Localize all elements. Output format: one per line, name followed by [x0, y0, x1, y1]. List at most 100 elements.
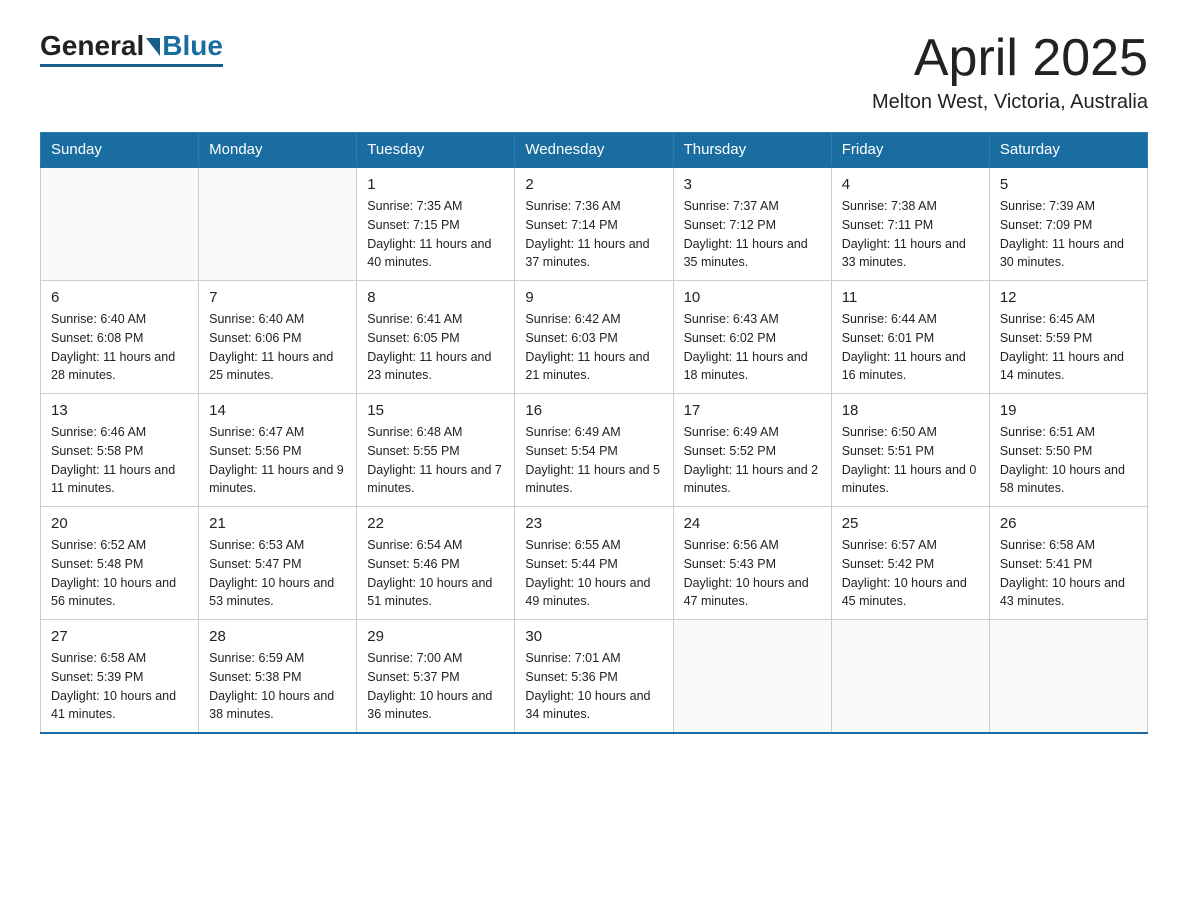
calendar-cell [41, 167, 199, 281]
calendar-cell: 8 Sunrise: 6:41 AM Sunset: 6:05 PM Daylig… [357, 281, 515, 394]
day-info: Sunrise: 6:41 AM Sunset: 6:05 PM Dayligh… [367, 310, 504, 385]
day-number: 30 [525, 628, 662, 645]
calendar-cell: 15 Sunrise: 6:48 AM Sunset: 5:55 PM Dayli… [357, 394, 515, 507]
location-text: Melton West, Victoria, Australia [872, 91, 1148, 114]
day-number: 4 [842, 176, 979, 193]
day-info: Sunrise: 7:36 AM Sunset: 7:14 PM Dayligh… [525, 197, 662, 272]
calendar-cell: 1 Sunrise: 7:35 AM Sunset: 7:15 PM Daylig… [357, 167, 515, 281]
day-number: 23 [525, 515, 662, 532]
day-number: 12 [1000, 289, 1137, 306]
logo-blue-text: Blue [162, 30, 223, 62]
calendar-day-header: Saturday [989, 133, 1147, 168]
calendar-cell: 7Sunrise: 6:40 AM Sunset: 6:06 PM Daylig… [199, 281, 357, 394]
logo-arrow-icon [146, 38, 160, 56]
calendar-cell: 24Sunrise: 6:56 AM Sunset: 5:43 PM Dayli… [673, 507, 831, 620]
day-number: 6 [51, 289, 188, 306]
day-number: 13 [51, 402, 188, 419]
calendar-cell: 12 Sunrise: 6:45 AM Sunset: 5:59 PM Dayli… [989, 281, 1147, 394]
calendar-cell: 10Sunrise: 6:43 AM Sunset: 6:02 PM Dayli… [673, 281, 831, 394]
calendar-cell [673, 620, 831, 734]
calendar-cell: 11 Sunrise: 6:44 AM Sunset: 6:01 PM Dayli… [831, 281, 989, 394]
day-info: Sunrise: 7:38 AM Sunset: 7:11 PM Dayligh… [842, 197, 979, 272]
day-info: Sunrise: 7:37 AM Sunset: 7:12 PM Dayligh… [684, 197, 821, 272]
day-info: Sunrise: 6:45 AM Sunset: 5:59 PM Dayligh… [1000, 310, 1137, 385]
calendar-cell: 13 Sunrise: 6:46 AM Sunset: 5:58 PM Dayli… [41, 394, 199, 507]
calendar-day-header: Wednesday [515, 133, 673, 168]
day-info: Sunrise: 6:58 AM Sunset: 5:41 PM Dayligh… [1000, 536, 1137, 611]
day-info: Sunrise: 6:59 AM Sunset: 5:38 PM Dayligh… [209, 649, 346, 724]
day-info: Sunrise: 6:44 AM Sunset: 6:01 PM Dayligh… [842, 310, 979, 385]
calendar-header-row: SundayMondayTuesdayWednesdayThursdayFrid… [41, 133, 1148, 168]
day-info: Sunrise: 6:46 AM Sunset: 5:58 PM Dayligh… [51, 423, 188, 498]
day-info: Sunrise: 6:53 AM Sunset: 5:47 PM Dayligh… [209, 536, 346, 611]
day-info: Sunrise: 6:49 AM Sunset: 5:54 PM Dayligh… [525, 423, 662, 498]
page-header: General Blue April 2025 Melton West, Vic… [40, 30, 1148, 114]
calendar-cell: 27 Sunrise: 6:58 AM Sunset: 5:39 PM Dayli… [41, 620, 199, 734]
calendar-week-row: 20Sunrise: 6:52 AM Sunset: 5:48 PM Dayli… [41, 507, 1148, 620]
day-number: 7 [209, 289, 346, 306]
day-info: Sunrise: 7:01 AM Sunset: 5:36 PM Dayligh… [525, 649, 662, 724]
day-number: 22 [367, 515, 504, 532]
calendar-cell: 14 Sunrise: 6:47 AM Sunset: 5:56 PM Dayli… [199, 394, 357, 507]
day-number: 19 [1000, 402, 1137, 419]
day-number: 25 [842, 515, 979, 532]
calendar-cell: 18 Sunrise: 6:50 AM Sunset: 5:51 PM Dayli… [831, 394, 989, 507]
calendar-week-row: 6 Sunrise: 6:40 AM Sunset: 6:08 PM Daylig… [41, 281, 1148, 394]
logo: General Blue [40, 30, 223, 67]
calendar-day-header: Thursday [673, 133, 831, 168]
day-info: Sunrise: 6:58 AM Sunset: 5:39 PM Dayligh… [51, 649, 188, 724]
day-info: Sunrise: 6:55 AM Sunset: 5:44 PM Dayligh… [525, 536, 662, 611]
day-info: Sunrise: 6:51 AM Sunset: 5:50 PM Dayligh… [1000, 423, 1137, 498]
day-number: 17 [684, 402, 821, 419]
calendar-table: SundayMondayTuesdayWednesdayThursdayFrid… [40, 132, 1148, 734]
calendar-cell: 25 Sunrise: 6:57 AM Sunset: 5:42 PM Dayli… [831, 507, 989, 620]
logo-general-text: General [40, 30, 144, 62]
day-info: Sunrise: 6:43 AM Sunset: 6:02 PM Dayligh… [684, 310, 821, 385]
calendar-cell: 20Sunrise: 6:52 AM Sunset: 5:48 PM Dayli… [41, 507, 199, 620]
day-number: 27 [51, 628, 188, 645]
day-number: 20 [51, 515, 188, 532]
calendar-cell: 22 Sunrise: 6:54 AM Sunset: 5:46 PM Dayli… [357, 507, 515, 620]
calendar-cell: 30 Sunrise: 7:01 AM Sunset: 5:36 PM Dayli… [515, 620, 673, 734]
day-number: 28 [209, 628, 346, 645]
day-info: Sunrise: 6:47 AM Sunset: 5:56 PM Dayligh… [209, 423, 346, 498]
day-info: Sunrise: 6:40 AM Sunset: 6:08 PM Dayligh… [51, 310, 188, 385]
calendar-cell: 28 Sunrise: 6:59 AM Sunset: 5:38 PM Dayli… [199, 620, 357, 734]
day-number: 21 [209, 515, 346, 532]
calendar-cell: 16Sunrise: 6:49 AM Sunset: 5:54 PM Dayli… [515, 394, 673, 507]
day-number: 1 [367, 176, 504, 193]
calendar-cell: 26Sunrise: 6:58 AM Sunset: 5:41 PM Dayli… [989, 507, 1147, 620]
calendar-cell: 5Sunrise: 7:39 AM Sunset: 7:09 PM Daylig… [989, 167, 1147, 281]
logo-underline [40, 64, 223, 67]
day-number: 5 [1000, 176, 1137, 193]
day-info: Sunrise: 7:00 AM Sunset: 5:37 PM Dayligh… [367, 649, 504, 724]
calendar-week-row: 27 Sunrise: 6:58 AM Sunset: 5:39 PM Dayli… [41, 620, 1148, 734]
calendar-cell: 9 Sunrise: 6:42 AM Sunset: 6:03 PM Daylig… [515, 281, 673, 394]
calendar-cell [831, 620, 989, 734]
calendar-cell: 21 Sunrise: 6:53 AM Sunset: 5:47 PM Dayli… [199, 507, 357, 620]
day-info: Sunrise: 6:57 AM Sunset: 5:42 PM Dayligh… [842, 536, 979, 611]
day-info: Sunrise: 6:49 AM Sunset: 5:52 PM Dayligh… [684, 423, 821, 498]
day-number: 8 [367, 289, 504, 306]
day-info: Sunrise: 6:50 AM Sunset: 5:51 PM Dayligh… [842, 423, 979, 498]
month-title: April 2025 [872, 30, 1148, 87]
calendar-cell [989, 620, 1147, 734]
day-number: 15 [367, 402, 504, 419]
calendar-cell: 6 Sunrise: 6:40 AM Sunset: 6:08 PM Daylig… [41, 281, 199, 394]
day-number: 18 [842, 402, 979, 419]
calendar-cell [199, 167, 357, 281]
day-info: Sunrise: 6:42 AM Sunset: 6:03 PM Dayligh… [525, 310, 662, 385]
calendar-cell: 4 Sunrise: 7:38 AM Sunset: 7:11 PM Daylig… [831, 167, 989, 281]
day-info: Sunrise: 6:54 AM Sunset: 5:46 PM Dayligh… [367, 536, 504, 611]
calendar-cell: 23 Sunrise: 6:55 AM Sunset: 5:44 PM Dayli… [515, 507, 673, 620]
day-number: 14 [209, 402, 346, 419]
title-block: April 2025 Melton West, Victoria, Austra… [872, 30, 1148, 114]
day-number: 9 [525, 289, 662, 306]
day-info: Sunrise: 6:48 AM Sunset: 5:55 PM Dayligh… [367, 423, 504, 498]
calendar-cell: 19 Sunrise: 6:51 AM Sunset: 5:50 PM Dayli… [989, 394, 1147, 507]
day-number: 24 [684, 515, 821, 532]
day-number: 11 [842, 289, 979, 306]
calendar-day-header: Tuesday [357, 133, 515, 168]
day-info: Sunrise: 7:35 AM Sunset: 7:15 PM Dayligh… [367, 197, 504, 272]
day-number: 29 [367, 628, 504, 645]
